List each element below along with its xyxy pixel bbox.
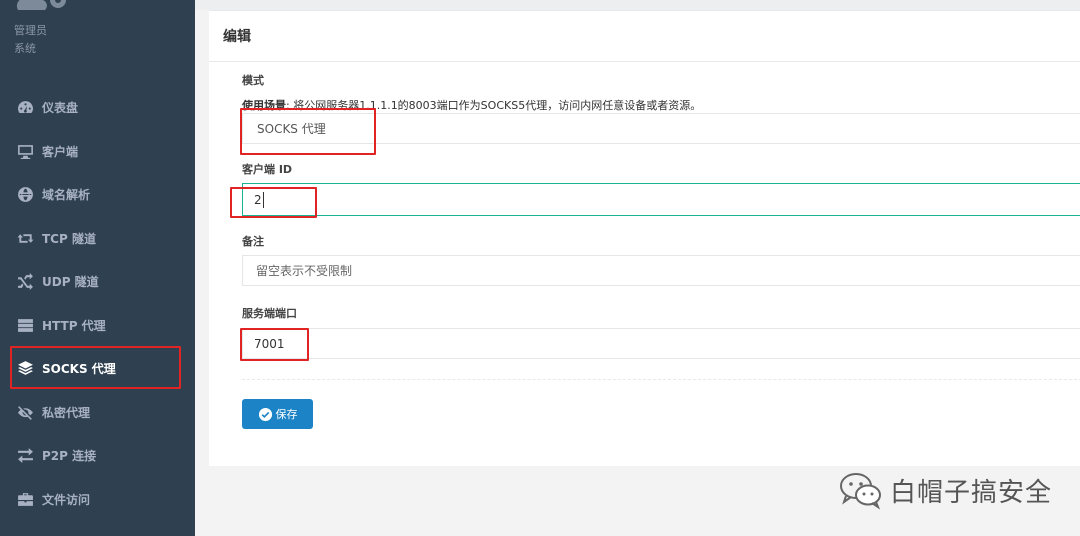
form-divider bbox=[242, 379, 1080, 380]
user-role[interactable]: 管理员 bbox=[14, 22, 47, 38]
remark-label: 备注 bbox=[242, 235, 264, 248]
sidebar-item-label: P2P 连接 bbox=[42, 449, 97, 464]
server-icon bbox=[16, 316, 34, 334]
server-port-input[interactable]: 7001 bbox=[242, 328, 1080, 359]
sidebar-item-tcp-tunnel[interactable]: TCP 隧道 bbox=[0, 217, 195, 261]
card-title: 编辑 bbox=[223, 29, 251, 45]
wechat-icon bbox=[838, 470, 884, 510]
check-circle-icon bbox=[258, 407, 273, 422]
client-id-input[interactable]: 2 bbox=[242, 183, 1080, 216]
sidebar-item-label: UDP 隧道 bbox=[42, 275, 99, 290]
sidebar: 管理员 系统 仪表盘 客户端 域名解析 TCP 隧道 UDP 隧道 HTTP 代… bbox=[0, 0, 195, 536]
divider bbox=[209, 61, 1080, 62]
sidebar-item-dashboard[interactable]: 仪表盘 bbox=[0, 86, 195, 130]
sidebar-nav: 仪表盘 客户端 域名解析 TCP 隧道 UDP 隧道 HTTP 代理 SOCKS… bbox=[0, 86, 195, 521]
retweet-icon bbox=[16, 229, 34, 247]
sidebar-item-private-proxy[interactable]: 私密代理 bbox=[0, 391, 195, 435]
server-port-label: 服务端端口 bbox=[242, 307, 297, 320]
briefcase-icon bbox=[16, 490, 34, 508]
save-button[interactable]: 保存 bbox=[242, 399, 313, 429]
edit-card: 编辑 模式 使用场景: 将公网服务器1.1.1.1的8003端口作为SOCKS5… bbox=[209, 10, 1080, 466]
sidebar-item-label: 域名解析 bbox=[42, 188, 91, 203]
sidebar-item-p2p[interactable]: P2P 连接 bbox=[0, 434, 195, 478]
globe-icon bbox=[16, 186, 34, 204]
desktop-icon bbox=[16, 142, 34, 160]
sidebar-item-label: TCP 隧道 bbox=[42, 231, 96, 246]
highlight-box-mode bbox=[240, 108, 376, 155]
eye-slash-icon bbox=[16, 403, 34, 421]
sidebar-item-udp-tunnel[interactable]: UDP 隧道 bbox=[0, 260, 195, 304]
top-strip bbox=[195, 0, 1080, 10]
highlight-box-client-id bbox=[230, 187, 317, 218]
watermark: 白帽子搞安全 bbox=[838, 470, 1052, 510]
dashboard-icon bbox=[16, 99, 34, 117]
sidebar-item-http-proxy[interactable]: HTTP 代理 bbox=[0, 304, 195, 348]
exchange-icon bbox=[16, 447, 34, 465]
highlight-box-socks-nav bbox=[10, 346, 181, 389]
sidebar-item-file-access[interactable]: 文件访问 bbox=[0, 478, 195, 522]
sidebar-item-label: 仪表盘 bbox=[42, 101, 79, 116]
sidebar-item-clients[interactable]: 客户端 bbox=[0, 130, 195, 174]
highlight-box-port bbox=[240, 328, 309, 361]
sidebar-item-label: 文件访问 bbox=[42, 492, 91, 507]
sidebar-item-label: HTTP 代理 bbox=[42, 318, 106, 333]
sidebar-item-label: 私密代理 bbox=[42, 405, 91, 420]
save-button-label: 保存 bbox=[275, 408, 298, 421]
sidebar-item-dns[interactable]: 域名解析 bbox=[0, 173, 195, 217]
sidebar-item-label: 客户端 bbox=[42, 144, 79, 159]
cloud-gear-icon bbox=[16, 0, 66, 10]
watermark-text: 白帽子搞安全 bbox=[890, 477, 1053, 508]
mode-label: 模式 bbox=[242, 74, 264, 87]
user-system-label: 系统 bbox=[14, 42, 36, 55]
random-icon bbox=[16, 273, 34, 291]
remark-placeholder: 留空表示不受限制 bbox=[256, 264, 353, 278]
remark-input[interactable]: 留空表示不受限制 bbox=[242, 255, 1080, 286]
client-id-label: 客户端 ID bbox=[242, 163, 293, 176]
